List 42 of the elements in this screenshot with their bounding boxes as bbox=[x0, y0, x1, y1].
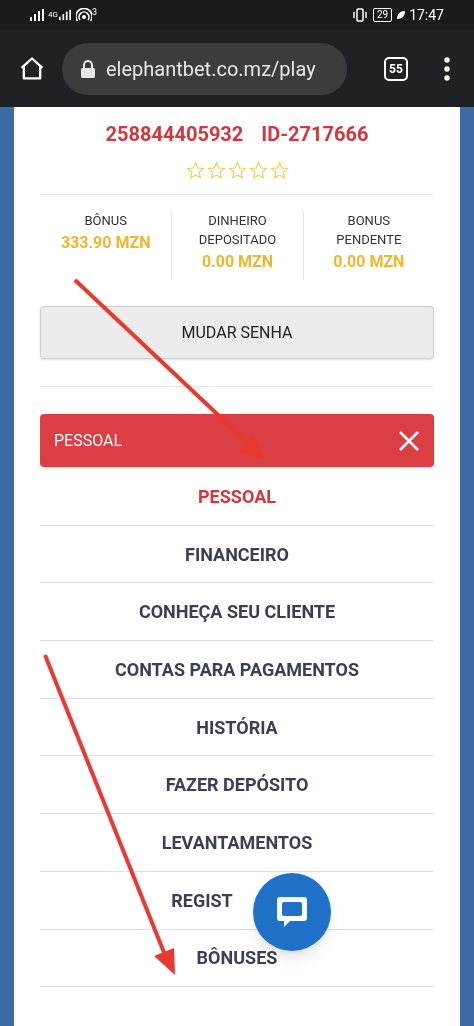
network-type: 4G bbox=[48, 11, 58, 19]
user-id: ID-2717666 bbox=[261, 121, 369, 148]
menu-item[interactable]: REGIST bbox=[171, 886, 233, 914]
tab-count[interactable]: 55 bbox=[384, 56, 408, 81]
lock-icon bbox=[80, 59, 96, 78]
menu-item[interactable]: LEVANTAMENTOS bbox=[161, 828, 313, 856]
star-icon bbox=[206, 161, 226, 180]
section-header[interactable]: PESSOAL bbox=[40, 414, 434, 467]
balance-amount: 0.00 MZN bbox=[333, 251, 405, 273]
vibrate-icon bbox=[351, 8, 368, 22]
more-icon[interactable] bbox=[444, 56, 450, 81]
signal-icon bbox=[58, 9, 71, 21]
section-title: PESSOAL bbox=[54, 429, 124, 452]
address-bar[interactable]: elephantbet.co.mz/play bbox=[62, 42, 347, 95]
change-password-button[interactable]: MUDAR SENHA bbox=[40, 306, 434, 359]
leaf-icon bbox=[396, 10, 407, 20]
chat-icon bbox=[274, 894, 310, 930]
balance-label: BONUS PENDENTE bbox=[335, 212, 403, 249]
clock: 17:47 bbox=[409, 5, 444, 25]
signal-icon bbox=[30, 9, 44, 21]
star-icon bbox=[227, 161, 247, 180]
menu-item[interactable]: FINANCEIRO bbox=[185, 540, 289, 568]
star-icon bbox=[248, 161, 268, 180]
menu-item[interactable]: HISTÓRIA bbox=[196, 713, 278, 741]
menu-item[interactable]: FAZER DEPÓSITO bbox=[165, 771, 309, 799]
menu-item[interactable]: PESSOAL bbox=[198, 482, 276, 510]
battery-level: 29 bbox=[372, 8, 393, 22]
home-icon[interactable] bbox=[18, 54, 46, 83]
menu-item[interactable]: CONTAS PARA PAGAMENTOS bbox=[115, 655, 359, 683]
hotspot-icon bbox=[75, 8, 92, 22]
menu-item[interactable]: CONHEÇA SEU CLIENTE bbox=[138, 598, 336, 626]
phone-number: 258844405932 bbox=[105, 121, 244, 148]
star-icon bbox=[185, 161, 205, 180]
balance-label: DINHEIRO DEPOSITADO bbox=[197, 212, 278, 249]
balance-label: BÔNUS bbox=[83, 212, 128, 230]
balance-amount: 333.90 MZN bbox=[60, 232, 151, 254]
balance-amount: 0.00 MZN bbox=[201, 251, 274, 273]
star-icon bbox=[269, 161, 289, 180]
hotspot-count: 3 bbox=[91, 6, 97, 19]
close-icon[interactable] bbox=[398, 429, 420, 452]
menu-item[interactable]: BÔNUSES bbox=[196, 944, 278, 972]
url-text: elephantbet.co.mz/play bbox=[106, 55, 316, 83]
